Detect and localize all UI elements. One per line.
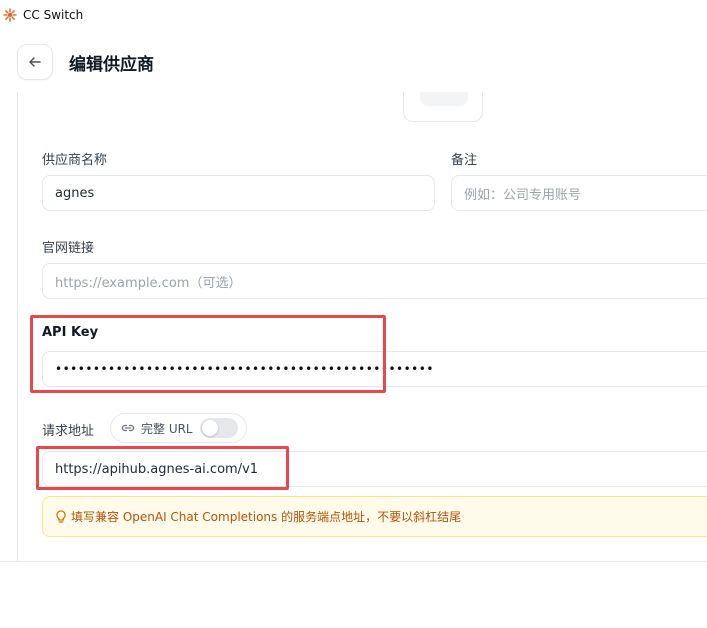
title-bar: CC Switch [0, 0, 707, 30]
api-key-input[interactable]: ••••••••••••••••••••••••••••••••••••••••… [42, 351, 707, 387]
endpoint-hint: 填写兼容 OpenAI Chat Completions 的服务端点地址，不要以… [42, 496, 707, 537]
note-input[interactable]: 例如：公司专用账号 [451, 175, 707, 211]
back-button[interactable] [17, 44, 53, 80]
window-title: CC Switch [23, 8, 84, 22]
page-title: 编辑供应商 [69, 55, 154, 75]
endpoint-input[interactable]: https://apihub.agnes-ai.com/v1 [42, 451, 707, 487]
endpoint-label: 请求地址 [42, 424, 95, 439]
sun-logo-icon [3, 8, 17, 22]
divider [0, 561, 707, 562]
website-input[interactable]: https://example.com（可选） [42, 263, 707, 299]
full-url-toggle[interactable]: 完整 URL [110, 413, 247, 443]
provider-name-label: 供应商名称 [42, 153, 108, 168]
api-key-label: API Key [42, 325, 99, 340]
provider-icon-selector[interactable] [403, 92, 483, 122]
provider-name-input[interactable]: agnes [42, 175, 435, 211]
lightbulb-icon [56, 509, 66, 523]
website-label: 官网链接 [42, 241, 95, 256]
form-panel [17, 92, 707, 561]
full-url-switch[interactable] [200, 418, 238, 438]
arrow-left-icon [29, 57, 41, 67]
api-key-masked-value: ••••••••••••••••••••••••••••••••••••••••… [55, 362, 434, 376]
hint-text: 填写兼容 OpenAI Chat Completions 的服务端点地址，不要以… [71, 510, 462, 524]
link-icon [121, 424, 135, 432]
provider-icon-preview [420, 92, 468, 106]
switch-knob [202, 420, 218, 436]
full-url-label: 完整 URL [141, 421, 193, 436]
page-header: 编辑供应商 [0, 30, 707, 92]
note-label: 备注 [451, 153, 478, 168]
